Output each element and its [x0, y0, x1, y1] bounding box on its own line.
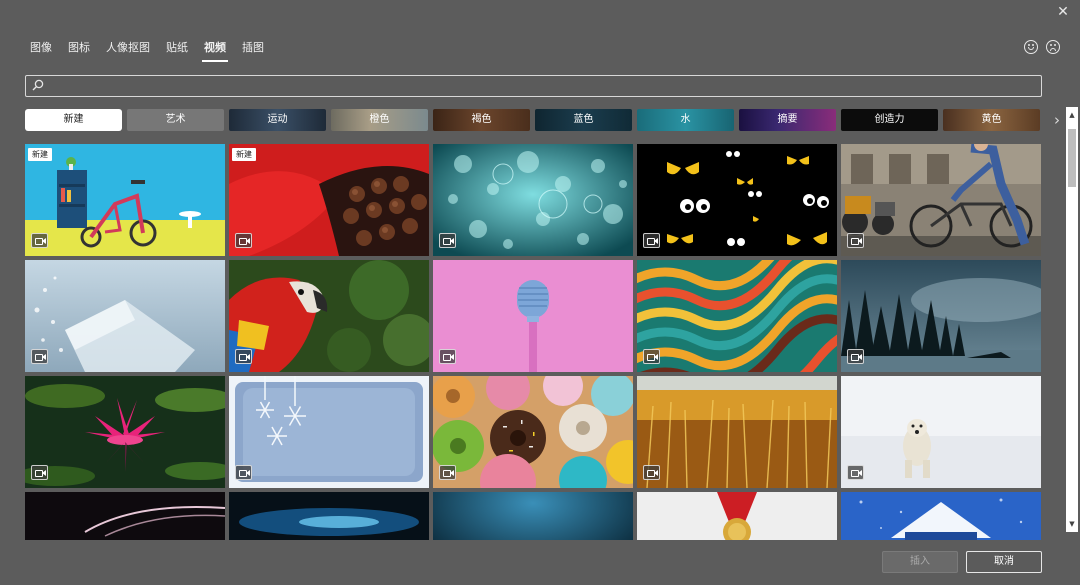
new-badge: 新建 — [28, 148, 52, 161]
bubbles-image — [433, 144, 633, 256]
search-box — [25, 75, 1042, 97]
dark-lines-image — [25, 492, 225, 540]
video-thumbnail-medal[interactable] — [637, 492, 837, 540]
video-thumbnail-cyclist[interactable] — [841, 144, 1041, 256]
close-button[interactable]: ✕ — [1052, 2, 1074, 22]
video-icon — [643, 349, 660, 364]
snow-house-image — [841, 492, 1041, 540]
video-thumbnail-microphone[interactable] — [433, 260, 633, 372]
video-thumbnail-tricycle[interactable]: 新建 — [25, 144, 225, 256]
video-thumbnail-bubbles-teal[interactable] — [433, 144, 633, 256]
category-chip-orange[interactable]: 橙色 — [331, 109, 428, 131]
tab-stickers[interactable]: 贴纸 — [158, 38, 196, 60]
tab-icons[interactable]: 图标 — [60, 38, 98, 60]
category-chip-brown[interactable]: 褐色 — [433, 109, 530, 131]
polar-bear-image — [841, 376, 1041, 488]
video-thumbnail-blue-glow[interactable] — [229, 492, 429, 540]
cyclist-image — [841, 144, 1041, 256]
water-lily-image — [25, 376, 225, 488]
video-thumbnail-parrot[interactable] — [229, 260, 429, 372]
chips-next-button[interactable]: › — [1050, 111, 1064, 129]
category-chip-creativity[interactable]: 创造力 — [841, 109, 938, 131]
video-icon — [235, 233, 252, 248]
video-thumbnail-chocolates[interactable]: 新建 — [229, 144, 429, 256]
tab-images[interactable]: 图像 — [22, 38, 60, 60]
scrollbar-thumb[interactable] — [1068, 129, 1076, 187]
video-icon — [31, 349, 48, 364]
category-chip-blue[interactable]: 蓝色 — [535, 109, 632, 131]
chocolates-image — [229, 144, 429, 256]
video-thumbnail-misty-forest[interactable] — [841, 260, 1041, 372]
tricycle-image — [25, 144, 225, 256]
scroll-down-arrow-icon[interactable]: ▼ — [1066, 518, 1078, 530]
video-icon — [643, 465, 660, 480]
cartoon-eyes-image — [637, 144, 837, 256]
frown-feedback-icon[interactable] — [1046, 40, 1060, 54]
video-thumbnail-donuts[interactable] — [433, 376, 633, 488]
smile-feedback-icon[interactable] — [1024, 40, 1038, 54]
new-badge: 新建 — [232, 148, 256, 161]
tab-videos[interactable]: 视频 — [196, 38, 234, 62]
tab-illustrations[interactable]: 插图 — [234, 38, 272, 60]
media-insert-dialog: ✕ 图像 图标 人像抠图 贴纸 视频 插图 新建 艺术 运动 橙色 褐色 蓝色 … — [0, 0, 1080, 585]
category-chip-sports[interactable]: 运动 — [229, 109, 326, 131]
tab-cutout-people[interactable]: 人像抠图 — [98, 38, 158, 60]
video-icon — [439, 349, 456, 364]
video-icon — [235, 349, 252, 364]
insert-button[interactable]: 插入 — [882, 551, 958, 573]
video-thumbnail-polar-bear[interactable] — [841, 376, 1041, 488]
ice-water-image — [25, 260, 225, 372]
video-icon — [439, 233, 456, 248]
search-icon — [32, 79, 44, 91]
category-chips: 新建 艺术 运动 橙色 褐色 蓝色 水 摘要 创造力 黄色 — [25, 109, 1045, 131]
medal-image — [637, 492, 837, 540]
video-thumbnail-water-lily[interactable] — [25, 376, 225, 488]
video-icon — [847, 349, 864, 364]
video-icon — [847, 233, 864, 248]
video-thumbnail-grid: 新建 新建 — [25, 144, 1045, 540]
blue-glow-image — [229, 492, 429, 540]
parrot-image — [229, 260, 429, 372]
category-chip-water[interactable]: 水 — [637, 109, 734, 131]
scroll-up-arrow-icon[interactable]: ▲ — [1066, 109, 1078, 121]
microphone-image — [433, 260, 633, 372]
snowflakes-frame-image — [229, 376, 429, 488]
video-thumbnail-snowflakes-frame[interactable] — [229, 376, 429, 488]
wheat-field-image — [637, 376, 837, 488]
misty-forest-image — [841, 260, 1041, 372]
video-icon — [847, 465, 864, 480]
vertical-scrollbar[interactable]: ▲ ▼ — [1066, 107, 1078, 532]
category-chip-abstract[interactable]: 摘要 — [739, 109, 836, 131]
video-thumbnail-deep-blue[interactable] — [433, 492, 633, 540]
video-thumbnail-color-waves[interactable] — [637, 260, 837, 372]
category-chip-new[interactable]: 新建 — [25, 109, 122, 131]
category-chip-yellow[interactable]: 黄色 — [943, 109, 1040, 131]
cancel-button[interactable]: 取消 — [966, 551, 1042, 573]
video-icon — [31, 233, 48, 248]
video-thumbnail-cartoon-eyes[interactable] — [637, 144, 837, 256]
video-thumbnail-wheat-field[interactable] — [637, 376, 837, 488]
color-waves-image — [637, 260, 837, 372]
donuts-image — [433, 376, 633, 488]
category-chip-art[interactable]: 艺术 — [127, 109, 224, 131]
feedback-buttons — [1024, 40, 1060, 54]
video-thumbnail-snow-house[interactable] — [841, 492, 1041, 540]
video-icon — [235, 465, 252, 480]
video-thumbnail-dark-lines[interactable] — [25, 492, 225, 540]
video-icon — [439, 465, 456, 480]
video-icon — [643, 233, 660, 248]
deep-blue-image — [433, 492, 633, 540]
media-tabs: 图像 图标 人像抠图 贴纸 视频 插图 — [22, 38, 272, 66]
video-icon — [31, 465, 48, 480]
video-thumbnail-ice-water[interactable] — [25, 260, 225, 372]
search-input[interactable] — [50, 76, 1030, 96]
